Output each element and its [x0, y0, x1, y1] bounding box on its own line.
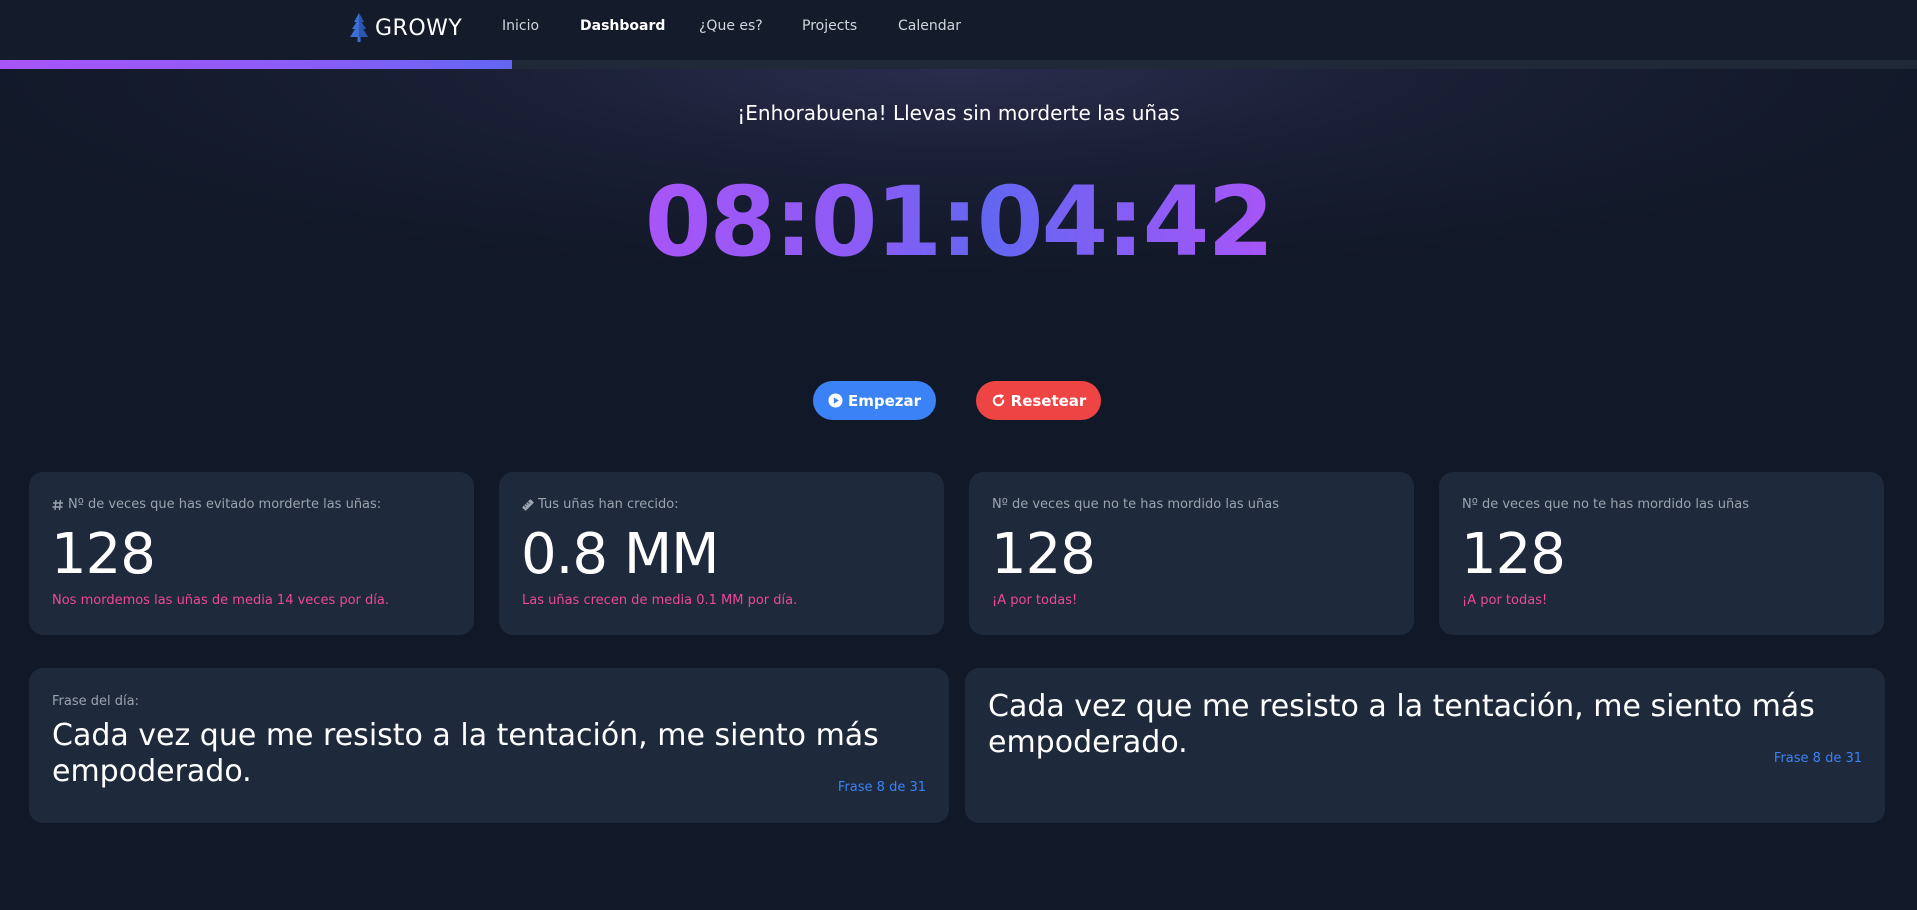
- streak-timer: 08:01:04:42: [0, 174, 1917, 270]
- stat-note: Nos mordemos las uñas de media 14 veces …: [52, 593, 389, 608]
- quote-counter: Frase 8 de 31: [1773, 751, 1862, 766]
- stat-label-text: Tus uñas han crecido:: [538, 497, 679, 512]
- stat-value: 128: [991, 522, 1096, 587]
- progress-bar: [0, 60, 1917, 69]
- rotate-icon: [992, 393, 1004, 407]
- navbar: GROWY Inicio Dashboard ¿Que es? Projects…: [0, 0, 1917, 60]
- nav-link-calendar[interactable]: Calendar: [898, 18, 961, 34]
- stat-note: Las uñas crecen de media 0.1 MM por día.: [522, 593, 798, 608]
- start-button[interactable]: Empezar: [813, 381, 936, 420]
- quote-text: Cada vez que me resisto a la tentación, …: [988, 689, 1815, 760]
- stat-card-not-bitten: Nº de veces que no te has mordido las uñ…: [969, 472, 1414, 635]
- stat-label: Nº de veces que no te has mordido las uñ…: [992, 497, 1279, 512]
- stat-value: 128: [1461, 522, 1566, 587]
- stat-value: 128: [51, 522, 156, 587]
- stat-label-text: Nº de veces que no te has mordido las uñ…: [1462, 497, 1750, 512]
- nav-link-projects[interactable]: Projects: [802, 18, 857, 34]
- congrats-message: ¡Enhorabuena! Llevas sin morderte las uñ…: [737, 101, 1180, 125]
- stat-note: ¡A por todas!: [1462, 593, 1548, 608]
- nav-link-inicio[interactable]: Inicio: [502, 18, 539, 34]
- hash-icon: [52, 499, 63, 510]
- progress-fill: [0, 60, 512, 69]
- stat-value: 0.8 MM: [521, 522, 719, 587]
- quote-card: Cada vez que me resisto a la tentación, …: [965, 668, 1885, 823]
- stat-note: ¡A por todas!: [992, 593, 1078, 608]
- stat-label-text: Nº de veces que no te has mordido las uñ…: [992, 497, 1280, 512]
- brand-name: GROWY: [375, 15, 463, 41]
- stat-card-nail-growth: Tus uñas han crecido: 0.8 MM Las uñas cr…: [499, 472, 944, 635]
- hero-section: ¡Enhorabuena! Llevas sin morderte las uñ…: [0, 69, 1917, 449]
- quote-label: Frase del día:: [52, 694, 139, 709]
- reset-button-label: Resetear: [1010, 391, 1087, 410]
- pine-tree-icon: [350, 13, 368, 42]
- stat-label: Nº de veces que no te has mordido las uñ…: [1462, 497, 1749, 512]
- start-button-label: Empezar: [847, 391, 922, 410]
- quote-counter: Frase 8 de 31: [837, 780, 926, 795]
- ruler-icon: [522, 498, 534, 511]
- brand-logo[interactable]: GROWY: [347, 12, 462, 44]
- reset-button[interactable]: Resetear: [976, 381, 1101, 420]
- stat-card-not-bitten-2: Nº de veces que no te has mordido las uñ…: [1439, 472, 1884, 635]
- play-icon: [828, 393, 843, 408]
- stat-label: Tus uñas han crecido:: [522, 497, 679, 512]
- quote-text: Cada vez que me resisto a la tentación, …: [52, 718, 879, 789]
- nav-link-que-es[interactable]: ¿Que es?: [699, 18, 763, 34]
- stat-card-avoided-bites: Nº de veces que has evitado morderte las…: [29, 472, 474, 635]
- quote-card-of-the-day: Frase del día: Cada vez que me resisto a…: [29, 668, 949, 823]
- timer-value: 08:01:04:42: [644, 166, 1275, 278]
- stat-label: Nº de veces que has evitado morderte las…: [52, 497, 381, 512]
- nav-link-dashboard[interactable]: Dashboard: [580, 18, 665, 34]
- stat-label-text: Nº de veces que has evitado morderte las…: [68, 497, 382, 512]
